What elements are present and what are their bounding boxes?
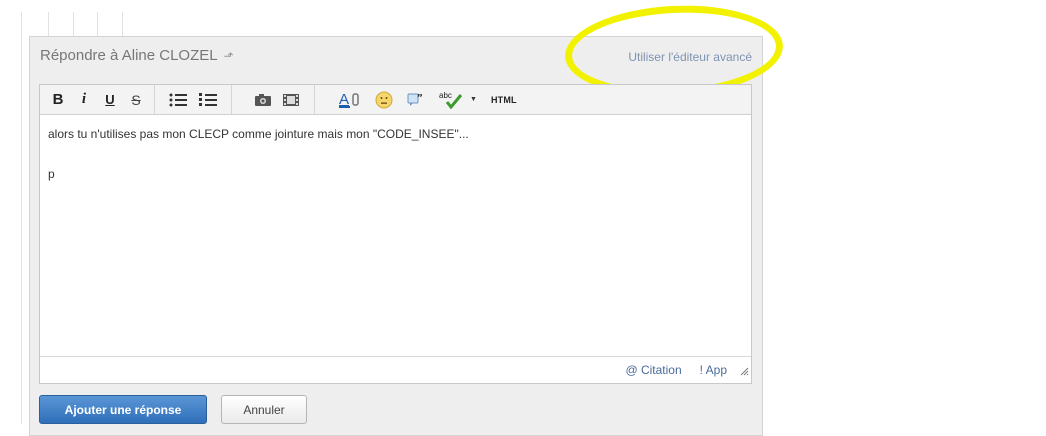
cancel-button[interactable]: Annuler xyxy=(221,395,307,424)
grid-line xyxy=(122,12,123,36)
extras-group: A ” abc ▼ HTML xyxy=(315,85,531,114)
strikethrough-button[interactable]: S xyxy=(128,90,144,110)
reply-arrow-icon: ⬏ xyxy=(223,48,234,63)
media-group xyxy=(232,85,315,114)
message-line: alors tu n'utilises pas mon CLECP comme … xyxy=(48,127,469,141)
underline-button[interactable]: U xyxy=(102,90,118,110)
advanced-editor-link[interactable]: Utiliser l'éditeur avancé xyxy=(628,50,752,64)
editor-footer-divider xyxy=(40,356,751,357)
bold-button[interactable]: B xyxy=(50,90,66,110)
video-icon[interactable] xyxy=(282,90,300,110)
camera-icon[interactable] xyxy=(254,90,272,110)
svg-text:”: ” xyxy=(417,92,423,104)
message-line: p xyxy=(48,167,55,181)
app-link[interactable]: ! App xyxy=(700,363,727,377)
emoji-icon[interactable] xyxy=(375,90,393,110)
reply-heading: Répondre à Aline CLOZEL ⬏ xyxy=(40,47,234,64)
spellcheck-icon[interactable]: abc ▼ xyxy=(439,90,477,110)
chevron-down-icon[interactable]: ▼ xyxy=(470,96,477,103)
resize-handle-icon[interactable] xyxy=(740,363,749,381)
grid-line xyxy=(97,12,98,36)
grid-line xyxy=(48,12,49,36)
reply-editor: B i U S A ” abc ▼ HTML alors tu n'utilis… xyxy=(39,84,752,384)
grid-line xyxy=(21,12,22,424)
italic-button[interactable]: i xyxy=(76,90,92,110)
text-color-icon[interactable]: A xyxy=(339,90,361,110)
quote-icon[interactable]: ” xyxy=(407,90,425,110)
list-group xyxy=(155,85,232,114)
svg-text:A: A xyxy=(339,91,349,108)
reply-title: Répondre à Aline CLOZEL xyxy=(40,47,218,64)
bullet-list-icon[interactable] xyxy=(169,90,187,110)
citation-link[interactable]: @ Citation xyxy=(625,363,681,377)
editor-toolbar: B i U S A ” abc ▼ HTML xyxy=(40,85,751,115)
message-textarea[interactable]: alors tu n'utilises pas mon CLECP comme … xyxy=(40,115,751,357)
format-group: B i U S xyxy=(40,85,155,114)
grid-line xyxy=(73,12,74,36)
spellcheck-label: abc xyxy=(439,91,452,100)
add-reply-button[interactable]: Ajouter une réponse xyxy=(39,395,207,424)
editor-footer-links: @ Citation ! App xyxy=(625,363,727,377)
numbered-list-icon[interactable] xyxy=(199,90,217,110)
html-button[interactable]: HTML xyxy=(491,90,517,110)
